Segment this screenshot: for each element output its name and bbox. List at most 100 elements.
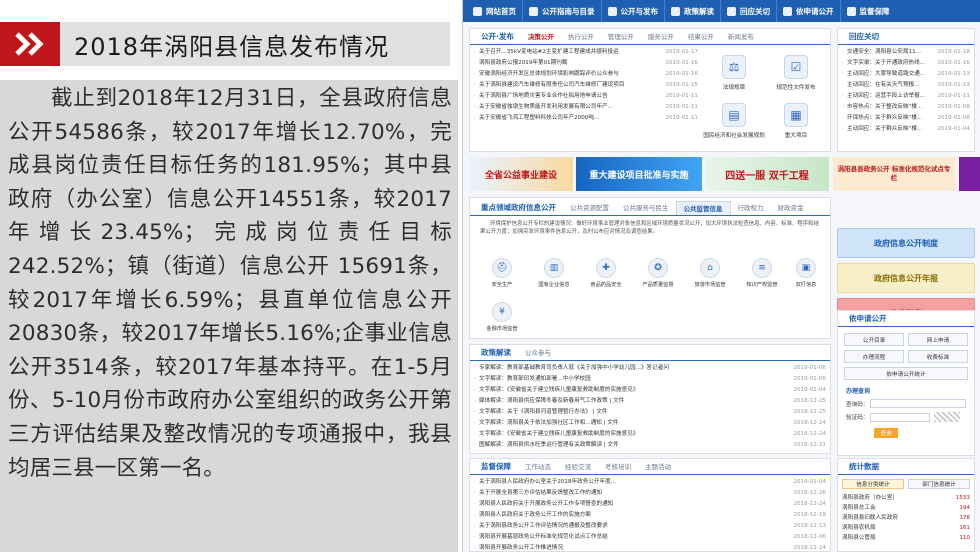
- verify-code-input[interactable]: [870, 412, 931, 422]
- list-item[interactable]: 文字解读：涡阳县关于依法加强社区工作和...通知 | 文件2018-12-24: [474, 418, 826, 429]
- list-item[interactable]: 关于安徽省独墩生物质能开发利用发展有限公司年产...2019-01-11: [474, 102, 698, 113]
- banner-four-sends[interactable]: 四送一服 双千工程: [705, 157, 829, 191]
- fees-button[interactable]: 收费标准: [908, 350, 968, 363]
- list-item[interactable]: 专家解读：教育部基础教育司负责人就《关于加强中小学幼儿园...》答记者问2019…: [474, 363, 826, 374]
- service-soe[interactable]: ▥ 国有企业信息: [528, 258, 580, 288]
- list-item[interactable]: 主动回应：运营手段上访举报...2019-01-11: [842, 91, 970, 102]
- list-item[interactable]: 关于涡阳县人民政府办公室关于2018年政务公开年度...2019-01-04: [474, 477, 826, 488]
- banner-major-projects[interactable]: 重大建设项目批准与实施: [576, 157, 702, 191]
- economic-plan-link[interactable]: ▤ 国民经济和社会发展规划: [703, 103, 765, 139]
- list-item[interactable]: 市容热点：关于整改反映“楼...2019-01-08: [842, 102, 970, 113]
- service-safety[interactable]: ⛑ 安全生产: [476, 258, 528, 288]
- nav-respond[interactable]: 回应关切: [721, 0, 777, 22]
- list-item[interactable]: 涡阳县开展政务公开工作推进情况2018-11-24: [474, 543, 826, 552]
- list-item[interactable]: 图解解读：涡阳县供水旺季运行管理有关政策解读 | 文件2018-12-21: [474, 440, 826, 451]
- tab-public-participation[interactable]: 公众参与: [518, 346, 558, 360]
- list-item[interactable]: 关于涡阳县建设汽车维修有限责任公司汽车维修厂建设项目2019-01-15: [474, 80, 698, 91]
- list-item[interactable]: 主动回应：关于群众反映“楼...2019-01-04: [842, 124, 970, 135]
- catalog-button[interactable]: 公开目录: [844, 333, 904, 346]
- nav-apply[interactable]: 依申请公开: [777, 0, 841, 22]
- list-item[interactable]: 文字解读：《安徽省关于建立残疾儿童康复救助制度的实施意见》2018-12-24: [474, 429, 826, 440]
- list-item[interactable]: 文字解读：《安徽省关于建立残疾儿童康复救助制度的实施意见》2019-01-04: [474, 385, 826, 396]
- nav-publish[interactable]: 公开与发布: [602, 0, 665, 22]
- list-item[interactable]: 涡阳县人民政府关于开展政务公开工作专项督查的通知2018-12-24: [474, 499, 826, 510]
- list-item[interactable]: 涡阳县人民政府关于政务公开工作的实施方案2018-12-19: [474, 510, 826, 521]
- list-item[interactable]: 关于安徽省飞鸿工程塑料科技公司年产2000吨...2019-01-11: [474, 113, 698, 124]
- stat-row[interactable]: 涡阳县公管局 110: [838, 533, 974, 543]
- service-tourism[interactable]: ⌂ 旅游市场监管: [684, 258, 736, 288]
- list-item[interactable]: 涡阳县政府公报2019年第01期刊载2019-01-16: [474, 58, 698, 69]
- banner-public-welfare[interactable]: 全省公益事业建设: [469, 157, 573, 191]
- list-item[interactable]: 文字解读：教育部印发通知部署...中小学校园2019-01-06: [474, 374, 826, 385]
- nav-guide[interactable]: 公开指南与目录: [523, 0, 602, 22]
- list-item[interactable]: 关于开展全县第三方评估结果反馈整改工作的通知2018-12-26: [474, 488, 826, 499]
- tab-public-service[interactable]: 公共服务与民生: [616, 201, 676, 215]
- slide-title-box: 2018年涡阳县信息发布情况: [60, 22, 450, 66]
- service-quality[interactable]: ✪ 产品质量监督: [632, 258, 684, 288]
- supervise-panel: 监督保障 工作动态 经验交流 考核培训 主题活动 关于涡阳县人民政府办公室关于2…: [469, 458, 831, 552]
- tab-dept-stats[interactable]: 部门信息统计: [908, 479, 970, 489]
- tab-result[interactable]: 结果公开: [681, 30, 721, 44]
- tab-news-release[interactable]: 新闻发布: [721, 30, 761, 44]
- banner-standardization[interactable]: 涡阳县县政务公开 标准化规范化试点专栏: [833, 157, 955, 191]
- list-item[interactable]: 媒体解读：涡阳县供应保障冬春及新春用气工作政策 | 文件2018-12-25: [474, 396, 826, 407]
- tab-work-updates[interactable]: 工作动态: [518, 460, 558, 474]
- tab-admin-power[interactable]: 行政权力: [731, 201, 771, 215]
- list-item[interactable]: 环保热点：关于群众反映“楼...2019-01-08: [842, 113, 970, 124]
- nav-home[interactable]: 网站首页: [463, 0, 523, 22]
- tab-decision[interactable]: 决策公开: [521, 30, 561, 44]
- respond-list: 交通安全：涡阳县公安局11...2019-01-18 文字实录：关于开通政府热线…: [838, 45, 974, 137]
- tab-management[interactable]: 管理公开: [601, 30, 641, 44]
- list-item[interactable]: 文字解读：关于《涡阳县河道管理暂行办法》 | 文件2018-12-25: [474, 407, 826, 418]
- document-icon: [671, 6, 680, 16]
- tab-focus-areas[interactable]: 重点领域政府信息公开: [474, 201, 563, 215]
- service-finance[interactable]: ¥ 金融市场监管: [476, 302, 528, 332]
- stat-row[interactable]: 涡阳县县妇联人民政府 178: [838, 513, 974, 523]
- service-double-strike[interactable]: ▣ 双打信息: [780, 258, 832, 288]
- tab-regulation-info[interactable]: 公共监管信息: [675, 201, 731, 215]
- stat-row[interactable]: 涡阳县农机局 161: [838, 523, 974, 533]
- list-item[interactable]: 关于涡阳县广场地质灾害专业合作社拟用地申请公告2019-01-11: [474, 91, 698, 102]
- list-item[interactable]: 关于涡阳县政务公开工作评估情况的通报及整改要求2018-12-13: [474, 521, 826, 532]
- building-icon: ▦: [784, 103, 808, 127]
- shield-icon: [846, 6, 856, 16]
- nav-supervise[interactable]: 监督保障: [841, 0, 896, 22]
- list-item[interactable]: 关于召开...35kV变电站#2主变扩建工程建成并顺利投运2019-01-17: [474, 47, 698, 58]
- list-item[interactable]: 主动回应：大雾导致道路交通...2019-01-13: [842, 69, 970, 80]
- service-food-drug[interactable]: ✚ 食品药品安全: [580, 258, 632, 288]
- tab-supervise[interactable]: 监督保障: [474, 460, 518, 474]
- tab-experience[interactable]: 经验交流: [558, 460, 598, 474]
- annual-report-button[interactable]: 政府信息公开年报: [837, 263, 975, 293]
- tab-category-stats[interactable]: 信息分类统计: [842, 479, 904, 489]
- list-item[interactable]: 安徽涡阳经济开发区总体规划环境影响跟踪评价公众参与2019-01-16: [474, 69, 698, 80]
- banner-edge[interactable]: [959, 157, 980, 191]
- stats-header: 统计数据: [838, 459, 974, 475]
- major-projects-link[interactable]: ▦ 重大项目: [768, 103, 824, 139]
- query-button[interactable]: 查询: [874, 428, 898, 438]
- info-disclosure-system-button[interactable]: 政府信息公开制度: [837, 228, 975, 258]
- nav-policy[interactable]: 政策解读: [665, 0, 721, 22]
- captcha-image[interactable]: [934, 412, 961, 422]
- online-apply-button[interactable]: 网上申请: [908, 333, 968, 346]
- book-icon: ▣: [796, 258, 816, 278]
- tab-execution[interactable]: 执行公开: [561, 30, 601, 44]
- tab-policy-interpretation[interactable]: 政策解读: [474, 346, 518, 360]
- list-item[interactable]: 涡阳县开展基层政务公开标准化规范化试点工作总结2018-12-06: [474, 532, 826, 543]
- factory-icon: ▥: [544, 258, 564, 278]
- list-item[interactable]: 主动回应：在有关天气预报...2019-01-13: [842, 80, 970, 91]
- list-item[interactable]: 交通安全：涡阳县公安局11...2019-01-18: [842, 47, 970, 58]
- tab-resource-allocation[interactable]: 公共资源配置: [563, 201, 616, 215]
- normative-docs-link[interactable]: ☑ 规范性文件发布: [768, 55, 824, 91]
- process-button[interactable]: 办理流程: [844, 350, 904, 363]
- regulations-link[interactable]: ⚖ 法规规章: [706, 55, 762, 91]
- tab-fiscal-funds[interactable]: 财政资金: [771, 201, 811, 215]
- query-code-input[interactable]: [870, 399, 966, 408]
- apply-stats-button[interactable]: 依申请公开统计: [844, 367, 968, 380]
- stat-row[interactable]: 涡阳县政府（办公室） 1533: [838, 493, 974, 503]
- stat-row[interactable]: 涡阳县总工会 194: [838, 503, 974, 513]
- list-item[interactable]: 文字实录：关于开通政府热线...2019-01-16: [842, 58, 970, 69]
- tab-service[interactable]: 服务公开: [641, 30, 681, 44]
- tab-activities[interactable]: 主题活动: [638, 460, 678, 474]
- tab-training[interactable]: 考核培训: [598, 460, 638, 474]
- stats-tabs: 信息分类统计 部门信息统计: [838, 475, 974, 493]
